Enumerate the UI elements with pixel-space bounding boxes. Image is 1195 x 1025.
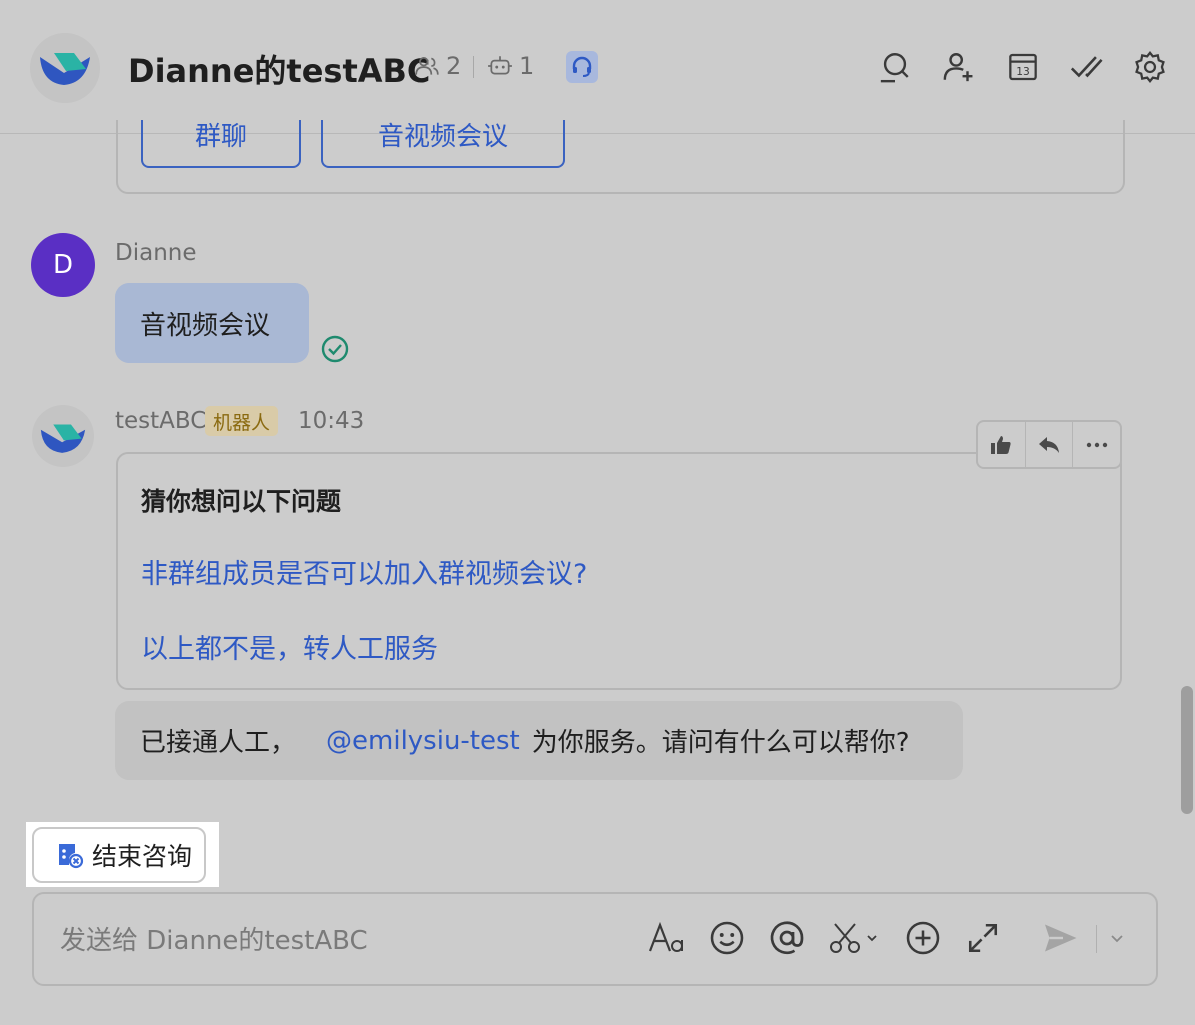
search-icon bbox=[880, 53, 909, 83]
reply-button[interactable] bbox=[1026, 422, 1074, 467]
member-count[interactable]: 2 bbox=[414, 52, 461, 80]
member-count-value: 2 bbox=[446, 52, 462, 80]
customer-service-button[interactable] bbox=[566, 51, 598, 83]
at-sign-icon bbox=[770, 921, 804, 955]
scrollbar-thumb[interactable] bbox=[1181, 686, 1193, 814]
send-options-button[interactable] bbox=[1100, 918, 1134, 958]
screenshot-button[interactable] bbox=[828, 918, 880, 958]
header-divider bbox=[473, 56, 474, 78]
calendar-icon: 13 bbox=[1009, 53, 1037, 81]
settings-button[interactable] bbox=[1131, 48, 1169, 86]
headset-icon bbox=[572, 56, 592, 77]
bot-count[interactable]: 1 bbox=[487, 52, 534, 80]
bird-logo-icon bbox=[40, 53, 90, 85]
send-icon bbox=[1045, 924, 1077, 952]
user-avatar[interactable]: D bbox=[31, 233, 95, 297]
add-attachment-button[interactable] bbox=[903, 918, 943, 958]
system-message-prefix: 已接通人工， bbox=[140, 728, 297, 758]
search-button[interactable] bbox=[876, 48, 914, 86]
user-avatar-letter: D bbox=[52, 250, 74, 280]
chat-header: Dianne的testABC 2 1 13 bbox=[0, 0, 1195, 134]
text-format-icon bbox=[648, 921, 683, 952]
scissors-icon bbox=[830, 923, 877, 953]
thumbs-up-button[interactable] bbox=[978, 422, 1026, 467]
bot-sender-name[interactable]: testABC bbox=[115, 408, 206, 434]
mention-link[interactable]: @emilysiu-test bbox=[326, 726, 520, 756]
message-input[interactable] bbox=[58, 920, 622, 962]
av-meeting-option-button[interactable]: 音视频会议 bbox=[321, 120, 565, 168]
faq-link-2[interactable]: 以上都不是，转人工服务 bbox=[141, 627, 438, 666]
members-icon bbox=[415, 57, 439, 75]
faq-card-title: 猜你想问以下问题 bbox=[141, 487, 342, 516]
read-check-icon bbox=[321, 335, 349, 363]
chat-title[interactable]: Dianne的testABC bbox=[128, 46, 430, 92]
robot-icon bbox=[488, 56, 512, 75]
bot-avatar[interactable] bbox=[32, 405, 94, 467]
faq-link-1[interactable]: 非群组成员是否可以加入群视频会议? bbox=[141, 552, 587, 591]
chevron-down-icon bbox=[1111, 935, 1123, 943]
svg-text:13: 13 bbox=[1016, 65, 1030, 78]
add-user-icon bbox=[943, 53, 973, 82]
more-icon bbox=[1086, 442, 1107, 447]
group-avatar[interactable] bbox=[30, 33, 100, 103]
mention-button[interactable] bbox=[767, 918, 807, 958]
group-chat-option-label: 群聊 bbox=[194, 121, 247, 152]
text-format-button[interactable] bbox=[647, 918, 687, 958]
end-consult-button[interactable]: 结束咨询 bbox=[32, 827, 206, 883]
message-timestamp: 10:43 bbox=[298, 408, 365, 434]
bird-logo-icon bbox=[40, 424, 86, 453]
system-message-bubble[interactable]: 已接通人工， @emilysiu-test 为你服务。请问有什么可以帮你? bbox=[115, 701, 963, 780]
gear-icon bbox=[1135, 51, 1165, 83]
expand-icon bbox=[968, 923, 998, 953]
expand-composer-button[interactable] bbox=[963, 918, 1003, 958]
add-member-button[interactable] bbox=[940, 48, 978, 86]
bot-tag-badge: 机器人 bbox=[205, 406, 279, 436]
send-divider bbox=[1096, 925, 1097, 953]
more-button[interactable] bbox=[1073, 422, 1120, 467]
bot-count-value: 1 bbox=[519, 52, 535, 80]
user-message-text: 音视频会议 bbox=[140, 310, 271, 341]
system-message-suffix: 为你服务。请问有什么可以帮你? bbox=[531, 728, 910, 758]
plus-circle-icon bbox=[906, 921, 940, 955]
double-check-icon bbox=[1070, 56, 1103, 78]
av-meeting-option-label: 音视频会议 bbox=[377, 121, 508, 152]
calendar-button[interactable]: 13 bbox=[1004, 48, 1042, 86]
user-sender-name[interactable]: Dianne bbox=[115, 240, 197, 266]
send-button[interactable] bbox=[1040, 918, 1080, 958]
mark-done-button[interactable] bbox=[1067, 48, 1105, 86]
thumbs-up-icon bbox=[991, 435, 1011, 454]
user-message-bubble[interactable]: 音视频会议 bbox=[115, 283, 309, 363]
end-consult-label: 结束咨询 bbox=[92, 842, 193, 871]
group-chat-option-button[interactable]: 群聊 bbox=[141, 120, 301, 168]
reply-icon bbox=[1039, 436, 1059, 453]
emoji-icon bbox=[710, 921, 744, 955]
end-consult-icon bbox=[59, 844, 84, 869]
message-action-bar bbox=[976, 420, 1122, 469]
emoji-button[interactable] bbox=[707, 918, 747, 958]
